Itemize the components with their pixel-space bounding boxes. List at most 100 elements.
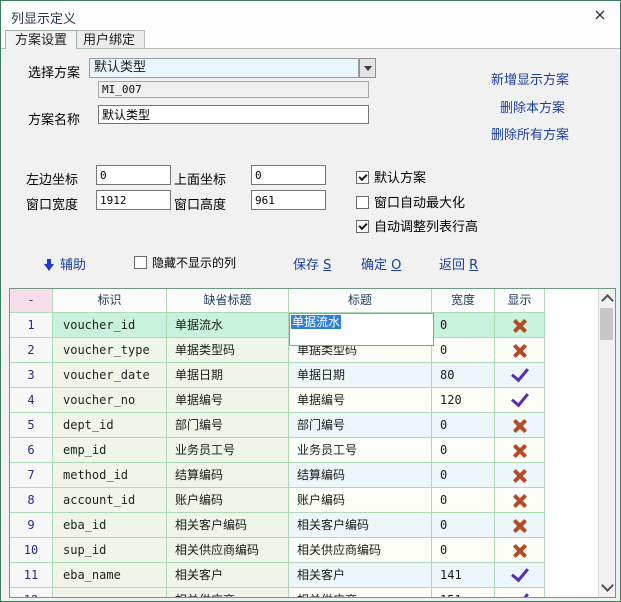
cell-width[interactable]: 0 bbox=[432, 338, 495, 363]
cell-width[interactable]: 151 bbox=[432, 588, 495, 598]
cell-visible[interactable] bbox=[495, 438, 545, 463]
cell-identifier[interactable]: eba_name bbox=[53, 563, 167, 588]
tab-scheme-settings[interactable]: 方案设置 bbox=[5, 30, 77, 49]
window-width-input[interactable] bbox=[96, 190, 171, 210]
cell-visible[interactable] bbox=[495, 463, 545, 488]
header-width[interactable]: 宽度 bbox=[432, 289, 495, 313]
table-row[interactable]: 7 method_id 结算编码 结算编码 0 bbox=[10, 463, 545, 488]
auto-row-height-checkbox[interactable]: 自动调整列表行高 bbox=[356, 216, 478, 235]
delete-this-scheme-link[interactable]: 删除本方案 bbox=[500, 97, 565, 116]
table-row[interactable]: 4 voucher_no 单据编号 单据编号 120 bbox=[10, 388, 545, 413]
cell-visible[interactable] bbox=[495, 313, 545, 338]
checkbox-icon[interactable] bbox=[134, 256, 147, 269]
cell-default-caption[interactable]: 相关供应商编码 bbox=[167, 538, 289, 563]
cell-width[interactable]: 80 bbox=[432, 363, 495, 388]
cell-width[interactable]: 0 bbox=[432, 438, 495, 463]
cell-width[interactable]: 0 bbox=[432, 413, 495, 438]
cell-default-caption[interactable]: 业务员工号 bbox=[167, 438, 289, 463]
cell-caption[interactable]: 账户编码 bbox=[289, 488, 432, 513]
header-caption[interactable]: 标题 bbox=[289, 289, 432, 313]
hidden-x-icon[interactable] bbox=[512, 443, 528, 459]
cell-caption[interactable]: 单据编号 bbox=[289, 388, 432, 413]
cell-identifier[interactable]: method_id bbox=[53, 463, 167, 488]
checkbox-icon[interactable] bbox=[356, 171, 369, 184]
cell-default-caption[interactable]: 相关供应商 bbox=[167, 588, 289, 598]
cell-default-caption[interactable]: 部门编号 bbox=[167, 413, 289, 438]
visible-check-icon[interactable] bbox=[511, 564, 529, 583]
cell-identifier[interactable]: voucher_date bbox=[53, 363, 167, 388]
cell-default-caption[interactable]: 单据日期 bbox=[167, 363, 289, 388]
cell-caption[interactable]: 单据日期 bbox=[289, 363, 432, 388]
top-coord-input[interactable] bbox=[251, 165, 326, 185]
ok-button[interactable]: 确定 O bbox=[361, 254, 401, 273]
cell-width[interactable]: 0 bbox=[432, 513, 495, 538]
scrollbar-thumb[interactable] bbox=[600, 308, 613, 340]
table-row[interactable]: 3 voucher_date 单据日期 单据日期 80 bbox=[10, 363, 545, 388]
cell-identifier[interactable]: voucher_no bbox=[53, 388, 167, 413]
cell-rownum[interactable]: 4 bbox=[10, 388, 53, 413]
cell-rownum[interactable]: 12 bbox=[10, 588, 53, 598]
cell-identifier[interactable]: sup_id bbox=[53, 538, 167, 563]
cell-visible[interactable] bbox=[495, 513, 545, 538]
cell-identifier[interactable]: voucher_type bbox=[53, 338, 167, 363]
cell-caption[interactable]: 相关供应商 bbox=[289, 588, 432, 598]
cell-visible[interactable] bbox=[495, 488, 545, 513]
cell-width[interactable]: 0 bbox=[432, 313, 495, 338]
cell-visible[interactable] bbox=[495, 388, 545, 413]
cell-width[interactable]: 0 bbox=[432, 488, 495, 513]
cell-identifier[interactable]: voucher_id bbox=[53, 313, 167, 338]
cell-rownum[interactable]: 9 bbox=[10, 513, 53, 538]
cell-rownum[interactable]: 1 bbox=[10, 313, 53, 338]
cell-identifier[interactable]: eba_id bbox=[53, 513, 167, 538]
scheme-select[interactable]: 默认类型 bbox=[89, 58, 376, 78]
table-row[interactable]: 11 eba_name 相关客户 相关客户 141 bbox=[10, 563, 545, 588]
table-row[interactable]: 1 voucher_id 单据流水 0 bbox=[10, 313, 545, 338]
cell-identifier[interactable]: sup_name bbox=[53, 588, 167, 598]
window-height-input[interactable] bbox=[251, 190, 326, 210]
table-row[interactable]: 10 sup_id 相关供应商编码 相关供应商编码 0 bbox=[10, 538, 545, 563]
hidden-x-icon[interactable] bbox=[512, 418, 528, 434]
checkbox-icon[interactable] bbox=[356, 196, 369, 209]
cell-rownum[interactable]: 5 bbox=[10, 413, 53, 438]
delete-all-schemes-link[interactable]: 删除所有方案 bbox=[491, 124, 569, 143]
table-row[interactable]: 9 eba_id 相关客户编码 相关客户编码 0 bbox=[10, 513, 545, 538]
cell-visible[interactable] bbox=[495, 538, 545, 563]
cell-rownum[interactable]: 11 bbox=[10, 563, 53, 588]
header-rownum[interactable]: - bbox=[10, 289, 53, 313]
cell-identifier[interactable]: dept_id bbox=[53, 413, 167, 438]
cell-width[interactable]: 141 bbox=[432, 563, 495, 588]
cell-visible[interactable] bbox=[495, 413, 545, 438]
cell-rownum[interactable]: 8 bbox=[10, 488, 53, 513]
cell-caption[interactable]: 业务员工号 bbox=[289, 438, 432, 463]
cell-identifier[interactable]: emp_id bbox=[53, 438, 167, 463]
vertical-scrollbar[interactable] bbox=[598, 289, 615, 597]
cell-width[interactable]: 120 bbox=[432, 388, 495, 413]
cell-default-caption[interactable]: 单据类型码 bbox=[167, 338, 289, 363]
header-identifier[interactable]: 标识 bbox=[53, 289, 167, 313]
cell-rownum[interactable]: 3 bbox=[10, 363, 53, 388]
cell-default-caption[interactable]: 单据流水 bbox=[167, 313, 289, 338]
header-visible[interactable]: 显示 bbox=[495, 289, 545, 313]
hidden-x-icon[interactable] bbox=[512, 543, 528, 559]
cell-rownum[interactable]: 6 bbox=[10, 438, 53, 463]
save-button[interactable]: 保存 S bbox=[293, 254, 331, 273]
cell-rownum[interactable]: 2 bbox=[10, 338, 53, 363]
table-row[interactable]: 12 sup_name 相关供应商 相关供应商 151 bbox=[10, 588, 545, 598]
scroll-down-icon[interactable] bbox=[601, 579, 614, 592]
cell-caption[interactable]: 相关客户编码 bbox=[289, 513, 432, 538]
default-scheme-checkbox[interactable]: 默认方案 bbox=[356, 167, 426, 186]
visible-check-icon[interactable] bbox=[511, 364, 529, 383]
table-row[interactable]: 2 voucher_type 单据类型码 单据类型码 0 bbox=[10, 338, 545, 363]
auxiliary-link[interactable]: 辅助 bbox=[44, 254, 86, 273]
cell-caption[interactable]: 结算编码 bbox=[289, 463, 432, 488]
cell-default-caption[interactable]: 账户编码 bbox=[167, 488, 289, 513]
scheme-select-value[interactable]: 默认类型 bbox=[89, 58, 359, 78]
cell-rownum[interactable]: 10 bbox=[10, 538, 53, 563]
back-button[interactable]: 返回 R bbox=[439, 254, 478, 273]
scroll-up-icon[interactable] bbox=[601, 294, 614, 307]
table-row[interactable]: 5 dept_id 部门编号 部门编号 0 bbox=[10, 413, 545, 438]
cell-identifier[interactable]: account_id bbox=[53, 488, 167, 513]
chevron-down-icon[interactable] bbox=[359, 58, 376, 78]
cell-default-caption[interactable]: 相关客户 bbox=[167, 563, 289, 588]
checkbox-icon[interactable] bbox=[356, 220, 369, 233]
